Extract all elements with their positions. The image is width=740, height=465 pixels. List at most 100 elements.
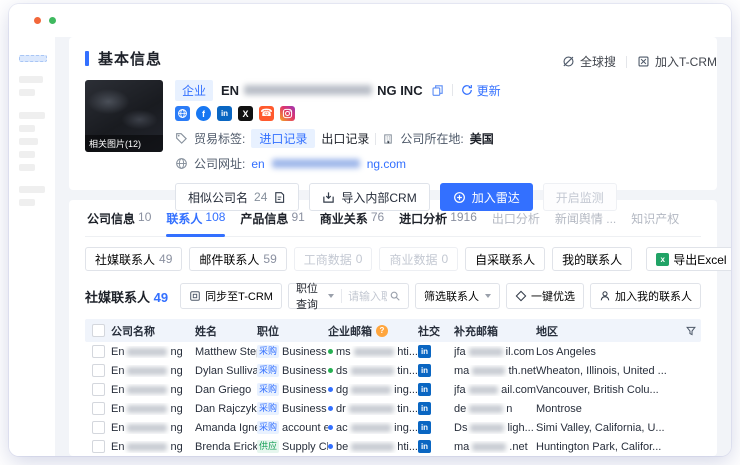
linkedin-icon[interactable]: in xyxy=(418,421,431,434)
linkedin-icon[interactable]: in xyxy=(418,364,431,377)
filter-self-collected[interactable]: 自采联系人 xyxy=(465,247,545,271)
position-tag: 采购 xyxy=(257,383,279,396)
filter-business-registry[interactable]: 工商数据0 xyxy=(294,247,373,271)
cell-social: in xyxy=(418,364,454,377)
global-search-button[interactable]: 全球搜 xyxy=(562,53,616,70)
linkedin-icon[interactable]: in xyxy=(418,402,431,415)
app-window: 基本信息 全球搜 xyxy=(9,4,731,456)
cell-company-name: Enng xyxy=(111,365,195,377)
filter-my-contacts[interactable]: 我的联系人 xyxy=(552,247,632,271)
filter-social-contacts[interactable]: 社媒联系人49 xyxy=(85,247,182,271)
sidebar-skeleton-item[interactable] xyxy=(19,138,38,145)
sidebar-skeleton-item[interactable] xyxy=(19,151,35,158)
contact-filter-row: 社媒联系人49邮件联系人59工商数据0商业数据0自采联系人我的联系人 x 导出E… xyxy=(85,247,701,271)
sidebar-skeleton-item[interactable] xyxy=(19,112,45,119)
sync-to-tcrm-button[interactable]: 同步至T-CRM xyxy=(180,283,282,309)
row-checkbox[interactable] xyxy=(92,440,105,453)
one-click-optimize-button[interactable]: 一键优选 xyxy=(506,283,584,309)
sidebar xyxy=(9,37,55,456)
cell-contact-name: Dan Griego xyxy=(195,384,257,396)
row-checkbox[interactable] xyxy=(92,364,105,377)
window-dot-red[interactable] xyxy=(34,17,41,24)
phone-icon[interactable]: ☎ xyxy=(259,106,274,121)
sidebar-skeleton-item[interactable] xyxy=(19,55,47,62)
filter-funnel-icon[interactable] xyxy=(685,325,697,337)
help-icon[interactable]: ? xyxy=(376,325,388,337)
website-icon[interactable] xyxy=(175,106,190,121)
sidebar-skeleton-item[interactable] xyxy=(19,89,35,96)
tab-count: 1916 xyxy=(450,210,477,227)
start-monitoring-button[interactable]: 开启监测 xyxy=(543,183,617,211)
import-internal-crm-button[interactable]: 导入内部CRM xyxy=(309,183,429,211)
filter-count: 49 xyxy=(159,252,172,266)
linkedin-icon[interactable]: in xyxy=(418,383,431,396)
tab-business-relations[interactable]: 商业关系76 xyxy=(320,210,384,236)
tab-label: 知识产权 xyxy=(631,210,679,227)
tab-export-analysis[interactable]: 出口分析 xyxy=(492,210,540,236)
header-email: 企业邮箱 ? xyxy=(328,323,418,339)
region-text: Wheaton, Illinois, United ... xyxy=(536,365,667,377)
filter-business-data[interactable]: 商业数据0 xyxy=(379,247,458,271)
row-checkbox[interactable] xyxy=(92,383,105,396)
company-website-link[interactable]: en ng.com xyxy=(251,157,406,171)
row-checkbox[interactable] xyxy=(92,421,105,434)
masked-text xyxy=(127,348,167,356)
sidebar-skeleton-item[interactable] xyxy=(19,199,35,206)
linkedin-icon[interactable]: in xyxy=(418,440,431,453)
cell-contact-name: Dylan Sullivan xyxy=(195,365,257,377)
table-row: EnngMatthew Stephen采购Business Devel...ms… xyxy=(85,342,701,361)
sidebar-skeleton-item[interactable] xyxy=(19,164,35,171)
row-checkbox[interactable] xyxy=(92,345,105,358)
tab-contacts[interactable]: 联系人108 xyxy=(166,210,225,236)
globe-slash-icon xyxy=(562,55,575,68)
masked-text xyxy=(127,367,167,375)
sidebar-skeleton-item[interactable] xyxy=(19,186,45,193)
select-all-checkbox[interactable] xyxy=(92,324,105,337)
add-to-my-contacts-button[interactable]: 加入我的联系人 xyxy=(590,283,701,309)
refresh-icon xyxy=(461,84,473,96)
divider xyxy=(626,56,627,68)
job-query-dropdown[interactable]: 职位查询 xyxy=(289,280,341,312)
masked-text xyxy=(469,348,503,356)
tab-news[interactable]: 新闻舆情 ... xyxy=(555,210,616,236)
header-name: 姓名 xyxy=(195,323,257,339)
export-records-tag[interactable]: 出口记录 xyxy=(321,130,369,147)
join-tcrm-button[interactable]: 加入T-CRM xyxy=(637,53,717,70)
sidebar-skeleton-item[interactable] xyxy=(19,76,43,83)
filter-contacts-dropdown[interactable]: 筛选联系人 xyxy=(415,283,500,309)
title-accent-bar xyxy=(85,51,89,66)
linkedin-icon[interactable]: in xyxy=(418,345,431,358)
cell-alt-email: Dsligh... xyxy=(454,422,536,434)
sidebar-skeleton-item[interactable] xyxy=(19,125,35,132)
email-status-dot xyxy=(328,387,333,392)
position-tag: 采购 xyxy=(257,421,279,434)
company-photo[interactable]: 相关图片(12) xyxy=(85,80,163,152)
linkedin-icon[interactable]: in xyxy=(217,106,232,121)
export-excel-button[interactable]: x 导出Excel xyxy=(646,247,731,271)
instagram-icon[interactable] xyxy=(280,106,295,121)
facebook-icon[interactable]: f xyxy=(196,106,211,121)
x-icon[interactable]: X xyxy=(238,106,253,121)
table-body: EnngMatthew Stephen采购Business Devel...ms… xyxy=(85,342,701,456)
tab-import-analysis[interactable]: 进口分析1916 xyxy=(399,210,477,236)
filter-count: 0 xyxy=(356,252,363,266)
tab-products[interactable]: 产品信息91 xyxy=(240,210,304,236)
masked-text xyxy=(127,405,167,413)
email-status-dot xyxy=(328,406,333,411)
job-title-input[interactable]: 请输入职位 xyxy=(342,288,387,304)
filter-email-contacts[interactable]: 邮件联系人59 xyxy=(189,247,286,271)
cell-region: Wheaton, Illinois, United ... xyxy=(536,365,701,377)
import-records-tag[interactable]: 进口记录 xyxy=(251,129,315,148)
tab-ip[interactable]: 知识产权 xyxy=(631,210,679,236)
row-checkbox[interactable] xyxy=(92,402,105,415)
copy-icon[interactable] xyxy=(431,84,444,97)
cell-company-email: dging... xyxy=(328,384,418,396)
update-button[interactable]: 更新 xyxy=(461,82,501,99)
window-dot-green[interactable] xyxy=(49,17,56,24)
similar-companies-button[interactable]: 相似公司名 24 xyxy=(175,183,299,211)
add-to-radar-button[interactable]: 加入雷达 xyxy=(440,183,533,211)
tab-company-info[interactable]: 公司信息10 xyxy=(87,210,151,236)
search-icon[interactable] xyxy=(387,290,408,302)
cell-company-email: dstin... xyxy=(328,365,418,377)
cell-checkbox xyxy=(85,364,111,377)
